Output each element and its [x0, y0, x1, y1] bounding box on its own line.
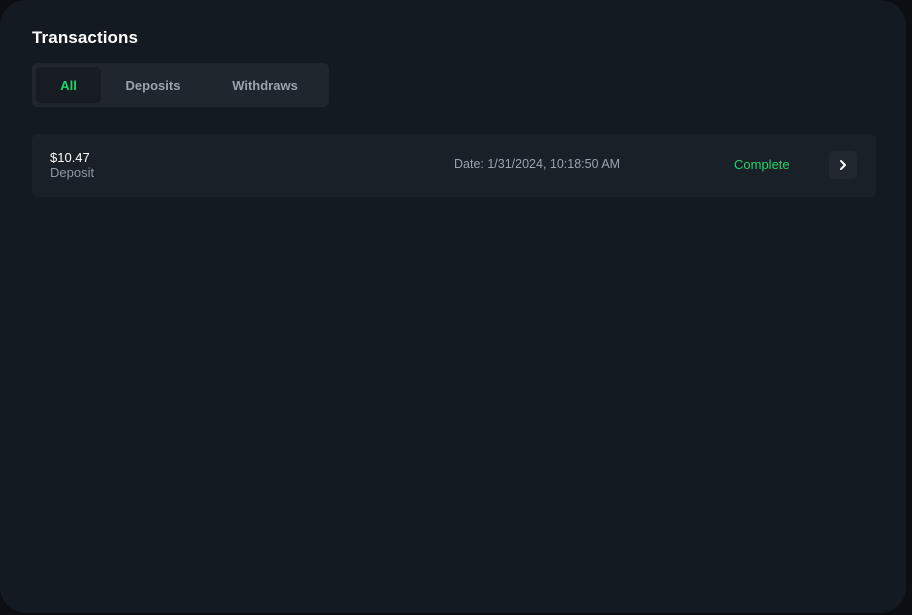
chevron-right-icon [840, 160, 846, 170]
tab-withdraws[interactable]: Withdraws [205, 67, 325, 103]
transaction-date: Date: 1/31/2024, 10:18:50 AM [454, 157, 621, 171]
transaction-type: Deposit [50, 165, 95, 180]
transaction-row[interactable]: $10.47 Deposit Date: 1/31/2024, 10:18:50… [32, 134, 876, 197]
tab-deposits[interactable]: Deposits [101, 67, 205, 103]
transaction-details-button[interactable] [829, 151, 857, 179]
transaction-status: Complete [734, 157, 790, 172]
transaction-filter-tabs: All Deposits Withdraws [32, 63, 329, 107]
transaction-amount: $10.47 [50, 150, 90, 165]
tab-all[interactable]: All [36, 67, 101, 103]
transactions-panel: Transactions All Deposits Withdraws $10.… [0, 0, 906, 613]
page-title: Transactions [32, 28, 139, 47]
